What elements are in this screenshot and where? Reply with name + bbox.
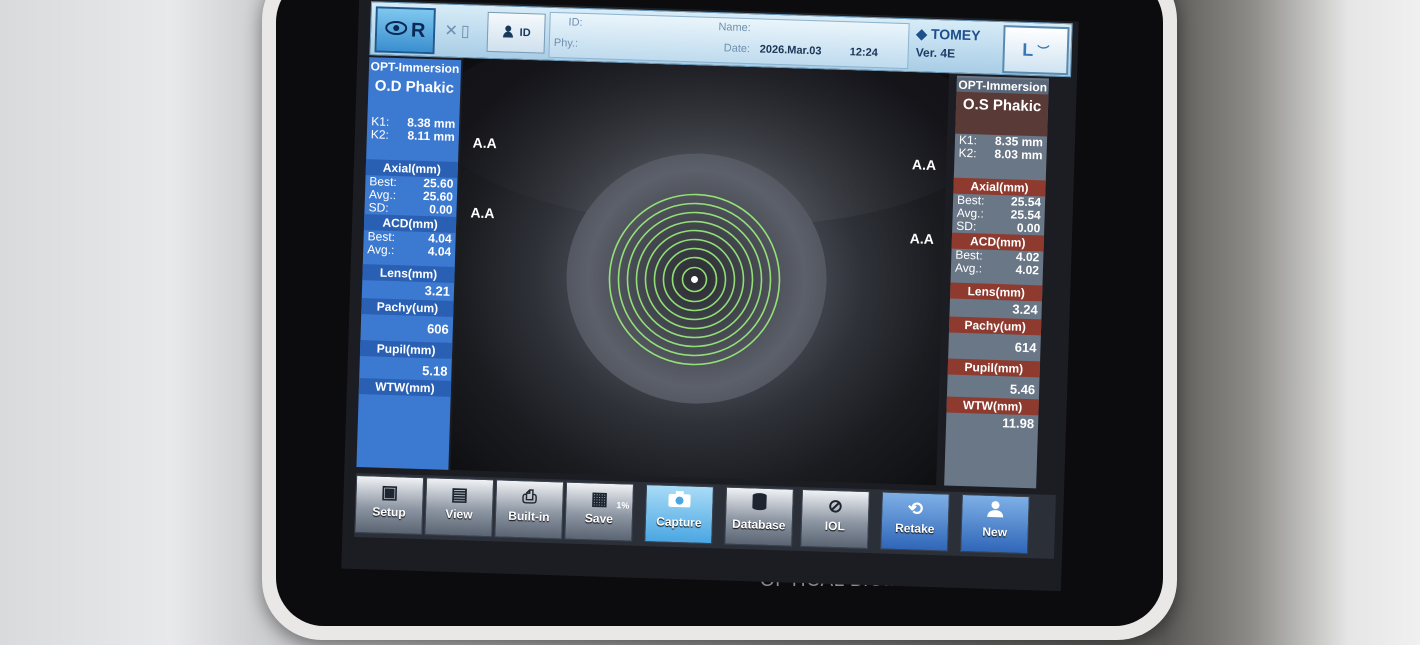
od-results-panel: OPT-Immersion O.D Phakic K1: 8.38 mm K2: 8… [356,57,462,470]
brand-name: TOMEY [930,25,981,44]
closed-eye-icon: ︶ [1037,43,1050,59]
brand-icon: ◆ [916,25,928,42]
view-label: View [445,506,473,522]
eye-left-button[interactable]: L ︶ [1002,25,1070,76]
date-label: Date: [723,42,751,56]
save-button[interactable]: ▦ Save 1% [564,481,635,542]
os-eye-status: O.S Phakic [955,91,1049,137]
id-field-label: ID: [568,16,583,29]
aa-marker-left-top: A.A [472,134,498,152]
physician-field-label: Phy.: [553,36,579,50]
retake-button[interactable]: ⟲ Retake [880,491,950,552]
aa-marker-left-bottom: A.A [470,204,495,222]
os-mode: OPT-Immersion [956,77,1049,95]
person-icon [962,499,1029,524]
aa-marker-right-bottom: A.A [909,230,935,248]
left-eye-label: L [1022,39,1034,60]
capture-label: Capture [655,514,702,530]
setup-button[interactable]: ▣ Setup [354,474,425,536]
patient-info: ID: Name: Phy.: Date: 2026.Mar.03 12:24 [548,11,910,70]
aa-marker-right-top: A.A [911,156,937,174]
id-button-label: ID [519,26,531,40]
eye-right-button[interactable]: R [374,6,436,55]
builtin-print-button[interactable]: ⎙ Built-in [494,479,565,540]
od-mode: OPT-Immersion [370,59,460,77]
od-pupil-header: Pupil(mm) [359,340,453,359]
os-pachy-value: 614 [1014,339,1037,356]
settings-icon: ▣ [380,481,399,503]
retake-icon: ⟲ [907,498,924,519]
os-pachy-header: Pachy(um) [948,316,1042,336]
name-field-label: Name: [718,21,751,35]
new-patient-button[interactable]: New [960,494,1030,555]
document-icon: ▤ [450,483,469,505]
close-icon: ✕ [444,22,459,40]
od-wtw-header: WTW(mm) [358,378,452,397]
patient-id-button[interactable]: ID [486,11,546,54]
card-icon: ▯ [460,23,471,41]
database-icon [726,492,793,517]
od-eye-status: O.D Phakic [374,77,455,97]
lens-icon: ⊘ [827,495,844,517]
setup-label: Setup [372,504,406,520]
retake-label: Retake [894,520,935,537]
database-button[interactable]: Database [724,486,794,547]
bottom-toolbar: ▣ Setup ▤ View ⎙ Built-in ▦ Save 1% Capt… [354,472,1056,559]
view-button[interactable]: ▤ View [424,477,495,538]
camera-icon [646,489,713,514]
os-results-panel: OPT-Immersion O.S Phakic K1: 8.35 mm K2: 8… [944,75,1049,489]
eye-label: R [410,18,426,42]
keratometry-rings [608,193,781,366]
version-label: Ver. 4E [915,45,956,61]
tomey-logo: ◆ TOMEY Ver. 4E [915,25,998,68]
save-percent: 1% [616,500,630,511]
os-pupil-header: Pupil(mm) [947,358,1041,378]
date-value: 2026.Mar.03 [759,43,822,58]
iol-label: IOL [824,518,846,534]
eye-icon [385,18,408,42]
iol-button[interactable]: ⊘ IOL [800,488,870,550]
clear-button[interactable]: ✕ ▯ [439,14,476,47]
od-pachy-value: 606 [426,321,450,337]
od-pachy-header: Pachy(um) [361,298,454,317]
printer-icon: ⎙ [522,486,538,507]
save-label: Save [584,511,614,527]
eye-camera-view: A.A A.A A.A A.A [450,58,950,486]
biometer-screen: R ✕ ▯ ID ID: Name: Phy.: Date: 2026.Mar.… [341,0,1079,592]
person-icon [501,24,516,41]
time-value: 12:24 [849,46,879,60]
capture-button[interactable]: Capture [644,484,714,545]
new-label: New [982,524,1008,540]
database-label: Database [731,516,786,533]
os-wtw-value: 11.98 [1002,415,1035,432]
builtin-label: Built-in [508,508,550,525]
